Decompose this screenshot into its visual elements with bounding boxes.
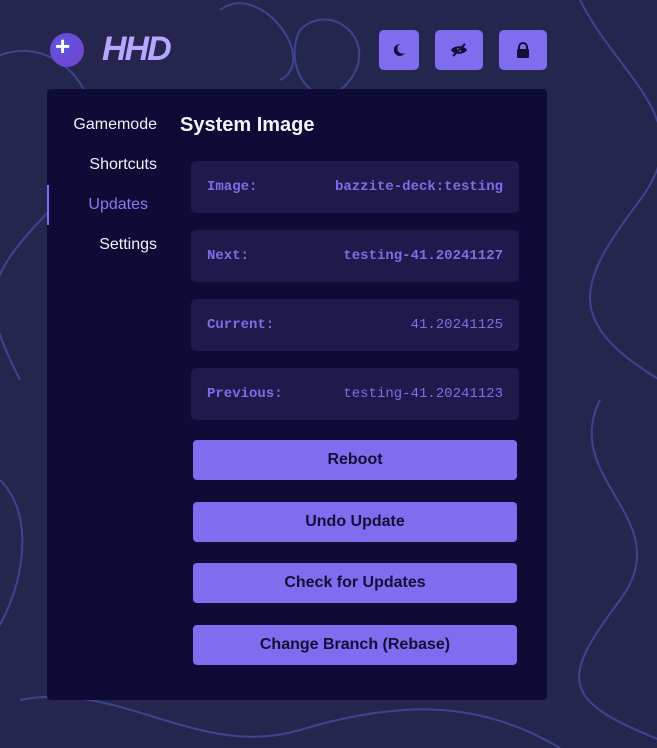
info-row-image: Image: bazzite-deck:testing [191,161,519,213]
info-row-current: Current: 41.20241125 [191,299,519,351]
eye-off-icon [451,43,467,57]
settings-panel: Gamemode Shortcuts Updates Settings Syst… [47,89,547,700]
reboot-button[interactable]: Reboot [193,440,517,480]
change-branch-button[interactable]: Change Branch (Rebase) [193,625,517,665]
undo-update-button[interactable]: Undo Update [193,502,517,542]
theme-toggle-button[interactable] [379,30,419,70]
sidebar-item-shortcuts[interactable]: Shortcuts [47,156,157,174]
sidebar-item-updates[interactable]: Updates [47,185,148,225]
sidebar-item-gamemode[interactable]: Gamemode [47,116,157,134]
row-label: Next: [207,248,250,264]
row-label: Current: [207,317,275,333]
hhd-wordmark: HHD [102,30,172,68]
info-row-next: Next: testing-41.20241127 [191,230,519,282]
check-updates-button[interactable]: Check for Updates [193,563,517,603]
hide-button[interactable] [435,30,483,70]
row-label: Previous: [207,386,283,402]
app-logo: + [50,31,84,67]
moon-icon [393,43,405,56]
page-title: System Image [180,114,315,136]
row-label: Image: [207,179,258,195]
info-row-previous: Previous: testing-41.20241123 [191,368,519,420]
row-value: 41.20241125 [410,317,503,333]
lock-icon [517,42,529,58]
row-value: testing-41.20241123 [343,386,503,402]
lock-button[interactable] [499,30,547,70]
row-value: bazzite-deck:testing [334,179,503,195]
row-value: testing-41.20241127 [343,248,503,264]
sidebar-item-settings[interactable]: Settings [47,236,157,254]
